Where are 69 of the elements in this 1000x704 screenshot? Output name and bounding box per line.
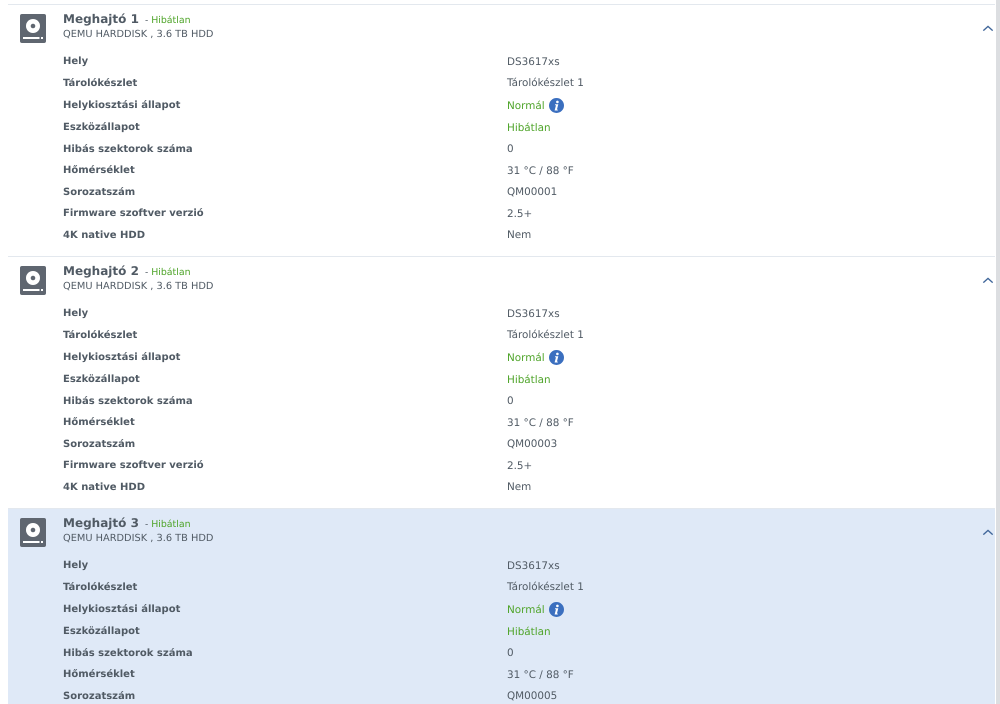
detail-value: Nem xyxy=(507,229,532,242)
detail-value: 2.5+ xyxy=(507,460,532,472)
detail-value: 0 xyxy=(507,647,514,660)
detail-label: Tárolókészlet xyxy=(63,582,138,593)
detail-value: Tárolókészlet 1 xyxy=(507,77,584,90)
info-icon[interactable] xyxy=(548,602,564,617)
hard-drive-icon xyxy=(20,266,46,295)
drive-status: Hibátlan xyxy=(151,15,191,27)
detail-value: 0 xyxy=(507,395,514,408)
detail-label: Sorozatszám xyxy=(63,690,136,702)
detail-value: 2.5+ xyxy=(507,208,532,220)
detail-label: 4K native HDD xyxy=(63,230,146,241)
status-value: Hibátlan xyxy=(507,122,551,134)
detail-value: QM00005 xyxy=(507,690,558,702)
detail-label: Hely xyxy=(63,308,88,320)
detail-label: Hibás szektorok száma xyxy=(63,396,193,407)
detail-value: Tárolókészlet 1 xyxy=(507,329,584,342)
detail-value: 31 °C / 88 °F xyxy=(507,416,574,429)
detail-label: Hely xyxy=(63,56,88,68)
detail-label: 4K native HDD xyxy=(63,482,146,493)
info-icon[interactable] xyxy=(548,98,564,113)
detail-label: Firmware szoftver verzió xyxy=(63,208,204,220)
detail-value: Tárolókészlet 1 xyxy=(507,581,584,594)
status-separator: - xyxy=(144,15,148,27)
detail-label: Helykiosztási állapot xyxy=(63,100,180,111)
detail-label: Hely xyxy=(63,560,88,572)
detail-value: 31 °C / 88 °F xyxy=(507,164,574,177)
status-value: Normál xyxy=(507,604,545,616)
detail-label: Hőmérséklet xyxy=(63,669,135,680)
status-separator: - xyxy=(144,267,148,279)
drive-model: QEMU HARDDISK , 3.6 TB HDD xyxy=(63,533,214,544)
drive-status: Hibátlan xyxy=(151,267,191,279)
detail-value: 31 °C / 88 °F xyxy=(507,668,574,681)
detail-label: Tárolókészlet xyxy=(63,78,138,89)
drive-name: Meghajtó 3 xyxy=(63,515,139,531)
detail-label: Helykiosztási állapot xyxy=(63,604,180,615)
scrollbar[interactable] xyxy=(996,0,1000,704)
info-icon[interactable] xyxy=(548,350,564,365)
detail-label: Eszközállapot xyxy=(63,122,140,134)
status-value: Hibátlan xyxy=(507,374,551,386)
detail-value: DS3617xs xyxy=(507,56,560,68)
detail-label: Sorozatszám xyxy=(63,438,136,450)
detail-label: Hőmérséklet xyxy=(63,417,135,428)
hard-drive-icon xyxy=(20,518,46,547)
detail-label: Hibás szektorok száma xyxy=(63,648,193,659)
drive-status: Hibátlan xyxy=(151,519,191,531)
status-value: Normál xyxy=(507,100,545,112)
detail-value: QM00001 xyxy=(507,186,558,198)
status-separator: - xyxy=(144,519,148,531)
detail-label: Hőmérséklet xyxy=(63,165,135,176)
detail-label: Hibás szektorok száma xyxy=(63,144,193,155)
status-value: Normál xyxy=(507,352,545,364)
detail-label: Helykiosztási állapot xyxy=(63,352,180,363)
detail-label: Tárolókészlet xyxy=(63,330,138,341)
detail-value: 0 xyxy=(507,143,514,156)
status-value: Hibátlan xyxy=(507,626,551,638)
detail-label: Sorozatszám xyxy=(63,186,136,198)
detail-value: Nem xyxy=(507,481,532,494)
detail-value: QM00003 xyxy=(507,438,558,450)
detail-label: Eszközállapot xyxy=(63,374,140,386)
detail-value: DS3617xs xyxy=(507,560,560,572)
drive-model: QEMU HARDDISK , 3.6 TB HDD xyxy=(63,29,214,40)
drive-name: Meghajtó 2 xyxy=(63,263,139,279)
drive-model: QEMU HARDDISK , 3.6 TB HDD xyxy=(63,281,214,292)
detail-value: DS3617xs xyxy=(507,308,560,320)
hard-drive-icon xyxy=(20,14,46,43)
detail-label: Firmware szoftver verzió xyxy=(63,460,204,472)
detail-label: Eszközállapot xyxy=(63,626,140,638)
drive-name: Meghajtó 1 xyxy=(63,11,139,27)
